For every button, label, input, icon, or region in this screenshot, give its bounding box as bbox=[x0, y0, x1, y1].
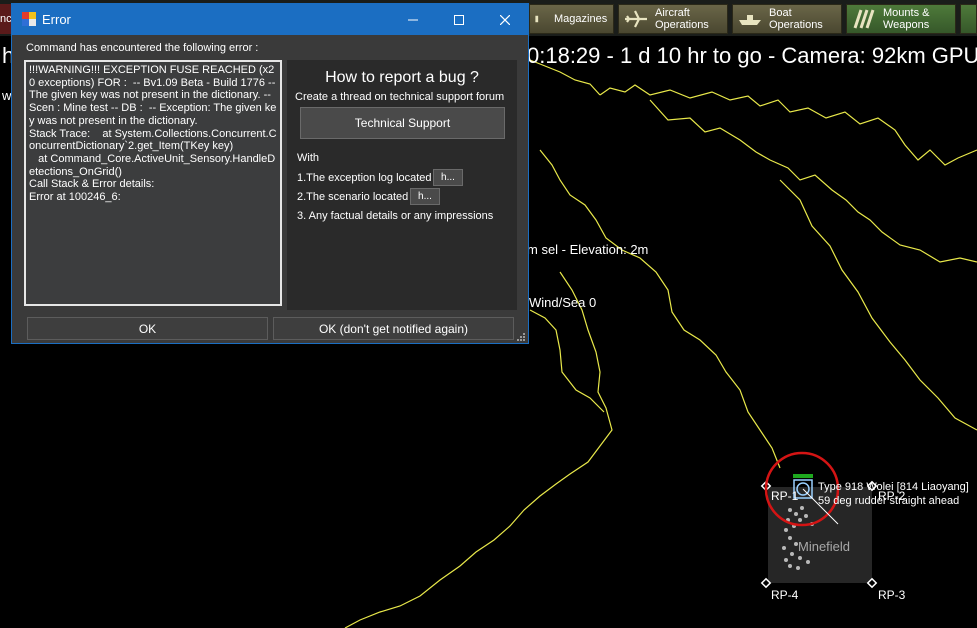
rp-4-label: RP-4 bbox=[771, 588, 799, 602]
maximize-icon bbox=[454, 14, 464, 25]
close-button[interactable] bbox=[482, 4, 528, 35]
boat-operations-button[interactable]: Boat Operations bbox=[732, 4, 842, 34]
open-scenario-button[interactable]: h... bbox=[410, 188, 440, 205]
error-intro: Command has encountered the following er… bbox=[26, 42, 259, 54]
unit-info-label[interactable]: Type 918 Wolei [814 Liaoyang] 59 deg rud… bbox=[818, 480, 969, 508]
mounts-weapons-button[interactable]: Mounts & Weapons bbox=[846, 4, 956, 34]
aircraft-icon bbox=[625, 10, 647, 28]
unit-health-bar bbox=[793, 474, 813, 478]
dialog-title: Error bbox=[42, 12, 71, 27]
mounts-weapons-label: Mounts & Weapons bbox=[883, 7, 930, 31]
weather-left-fragment: w bbox=[2, 88, 12, 103]
dialog-titlebar[interactable]: Error bbox=[12, 4, 528, 35]
resize-grip-icon[interactable] bbox=[517, 333, 525, 341]
rp-3-label: RP-3 bbox=[878, 588, 906, 602]
time-camera-status: 0:18:29 - 1 d 10 hr to go - Camera: 92km… bbox=[527, 43, 977, 68]
aircraft-operations-label: Aircraft Operations bbox=[655, 7, 709, 31]
coastline-west bbox=[529, 309, 605, 413]
bug-report-panel: How to report a bug ? Create a thread on… bbox=[287, 60, 517, 310]
boat-icon bbox=[739, 15, 761, 25]
magazine-icon bbox=[535, 15, 539, 23]
bug-report-subtitle: Create a thread on technical support for… bbox=[295, 91, 505, 103]
minefield-label: Minefield bbox=[798, 539, 851, 554]
wind-sea-readout: Wind/Sea 0 bbox=[529, 295, 597, 310]
aircraft-operations-button[interactable]: Aircraft Operations bbox=[618, 4, 728, 34]
bug-report-heading: How to report a bug ? bbox=[325, 69, 479, 86]
exception-log-location-label: 1.The exception log located bbox=[297, 172, 432, 184]
boat-operations-label: Boat Operations bbox=[769, 7, 823, 31]
scenario-location-label: 2.The scenario located bbox=[297, 191, 409, 203]
with-label: With bbox=[297, 152, 319, 164]
coastline-main bbox=[599, 84, 977, 166]
factual-details-label: 3. Any factual details or any impression… bbox=[297, 210, 494, 222]
magazines-button[interactable]: Magazines bbox=[529, 4, 614, 34]
exception-log-textbox[interactable]: !!!WARNING!!! EXCEPTION FUSE REACHED (x2… bbox=[24, 60, 282, 306]
app-icon bbox=[22, 12, 36, 26]
rp-1-label: RP-1 bbox=[771, 489, 799, 503]
elevation-readout: m sel - Elevation: 2m bbox=[527, 242, 649, 257]
close-icon bbox=[500, 14, 510, 25]
toolbar-next-button[interactable] bbox=[960, 4, 977, 34]
maximize-button[interactable] bbox=[436, 4, 482, 35]
error-dialog: Error Command has encountered the follow… bbox=[11, 3, 529, 344]
magazines-label: Magazines bbox=[554, 13, 608, 25]
technical-support-button[interactable]: Technical Support bbox=[300, 107, 505, 139]
coastline-east bbox=[779, 179, 977, 431]
unit-name: Type 918 Wolei [814 Liaoyang] bbox=[818, 481, 969, 493]
weapons-icon bbox=[853, 9, 875, 29]
ok-button[interactable]: OK bbox=[27, 317, 268, 340]
minimize-button[interactable] bbox=[390, 4, 436, 35]
minimize-icon bbox=[408, 19, 418, 20]
open-exception-log-button[interactable]: h... bbox=[433, 169, 463, 186]
unit-course: 59 deg rudder straight ahead bbox=[818, 495, 960, 507]
coastline-inner-1 bbox=[649, 99, 977, 263]
ok-dont-notify-button[interactable]: OK (don't get notified again) bbox=[273, 317, 514, 340]
